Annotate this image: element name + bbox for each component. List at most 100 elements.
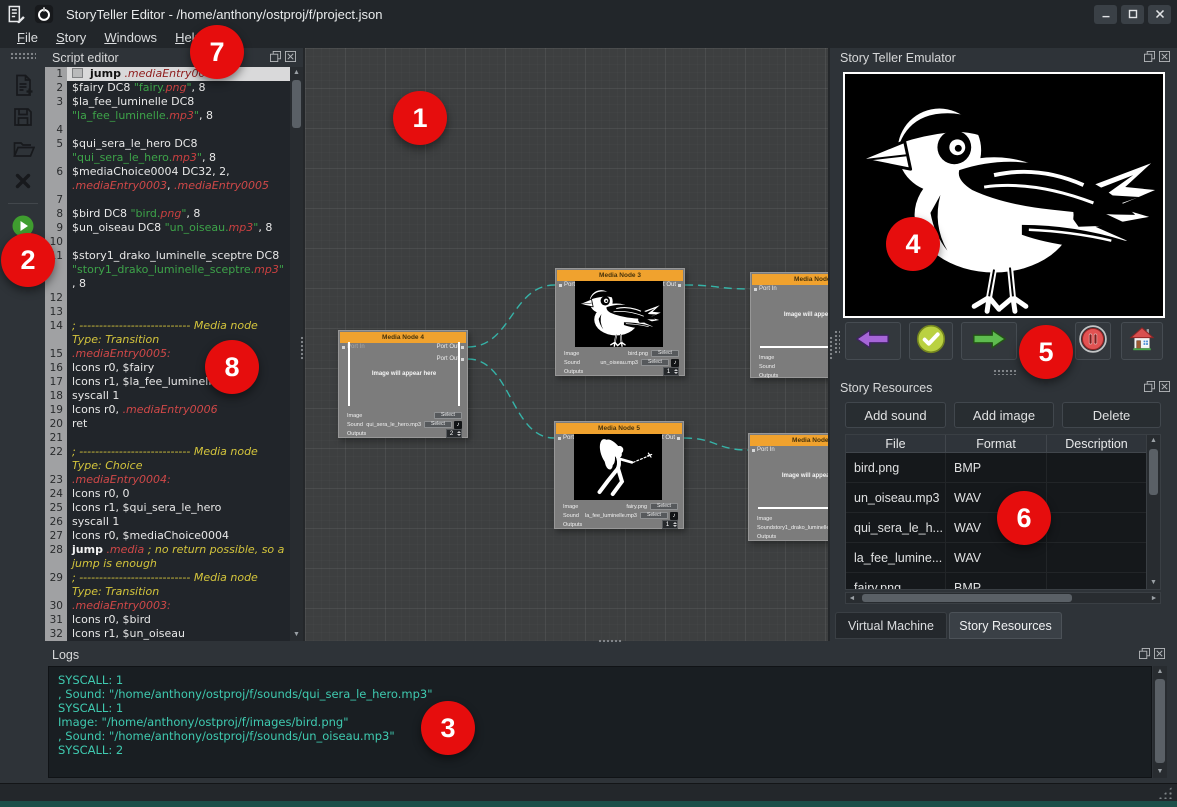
new-document-icon[interactable] <box>9 71 37 99</box>
node-connection-wire <box>685 285 750 289</box>
logs-scrollbar[interactable]: ▲ ▼ <box>1153 666 1167 778</box>
emulator-toolbar-handle[interactable] <box>834 330 840 354</box>
table-horizontal-scrollbar[interactable]: ◄ ► <box>845 592 1161 604</box>
scroll-up-arrow[interactable]: ▲ <box>1147 435 1160 447</box>
select-image-button[interactable]: Select <box>651 350 679 357</box>
float-panel-icon[interactable] <box>1144 381 1155 395</box>
select-sound-button[interactable]: Select <box>641 359 669 366</box>
float-panel-icon[interactable] <box>1139 648 1150 662</box>
line-number: 31 <box>45 613 67 627</box>
speaker-icon[interactable]: ♪ <box>454 421 462 429</box>
scroll-down-arrow[interactable]: ▼ <box>1153 766 1167 778</box>
line-number: 21 <box>45 431 67 445</box>
scroll-thumb[interactable] <box>292 80 301 128</box>
image-placeholder: Image will appear here <box>348 342 460 406</box>
media-node[interactable]: Media Node 6Port InPort OutImage will ap… <box>748 433 830 541</box>
select-image-button[interactable]: Select <box>650 503 678 510</box>
arrow-left-icon <box>853 326 893 357</box>
bottom-splitter-handle[interactable] <box>598 639 622 644</box>
column-header-description[interactable]: Description <box>1047 435 1147 453</box>
table-row[interactable]: fairy.pngBMP <box>846 573 1160 590</box>
maximize-button[interactable] <box>1121 5 1144 24</box>
previous-button[interactable] <box>845 322 901 360</box>
spinner-up-icon[interactable] <box>457 431 461 433</box>
sound-field: Soundla_fee_luminelle.mp3Select♪ <box>563 511 678 520</box>
scroll-up-arrow[interactable]: ▲ <box>1153 666 1167 678</box>
code-line: 22; ---------------------------- Media n… <box>45 445 290 473</box>
float-panel-icon[interactable] <box>1144 51 1155 65</box>
delete-button[interactable]: Delete <box>1062 402 1161 428</box>
script-editor-panel: Script editor 1jump .mediaEntry00042$fai… <box>45 48 303 641</box>
code-line: 6$mediaChoice0004 DC32, 2, .mediaEntry00… <box>45 165 290 193</box>
scroll-thumb[interactable] <box>1149 449 1158 495</box>
spinner-down-icon[interactable] <box>673 525 677 527</box>
speaker-icon[interactable]: ♪ <box>671 359 679 367</box>
scroll-thumb[interactable] <box>862 594 1072 602</box>
close-button[interactable] <box>1148 5 1171 24</box>
code-line: 18syscall 1 <box>45 389 290 403</box>
close-panel-icon[interactable] <box>285 51 296 65</box>
toolbar-drag-handle[interactable] <box>10 52 36 59</box>
outputs-field: Outputs <box>759 371 830 380</box>
main-toolbar <box>0 48 45 783</box>
save-icon[interactable] <box>9 103 37 131</box>
spinner-down-icon[interactable] <box>674 372 678 374</box>
float-panel-icon[interactable] <box>270 51 281 65</box>
home-button[interactable] <box>1121 322 1163 360</box>
column-header-format[interactable]: Format <box>946 435 1047 453</box>
media-node[interactable]: Media Node 5Port InPort OutImagefairy.pn… <box>554 421 684 529</box>
pause-button[interactable] <box>1075 322 1111 360</box>
menu-item-story[interactable]: Story <box>47 28 95 48</box>
select-sound-button[interactable]: Select <box>424 421 452 428</box>
toolbar-separator <box>8 203 38 204</box>
node-graph-canvas[interactable]: Media Node 4Port InPort OutPort OutImage… <box>303 48 830 641</box>
scroll-down-arrow[interactable]: ▼ <box>1147 577 1160 589</box>
line-number: 22 <box>45 445 67 473</box>
table-header-row: FileFormatDescription <box>846 435 1160 453</box>
scroll-up-arrow[interactable]: ▲ <box>290 67 303 79</box>
media-node[interactable]: Media Node 3Port InPort OutImagebird.png… <box>555 268 685 376</box>
media-node[interactable]: Media Node 2Port InPort OutImage will ap… <box>750 272 830 378</box>
speaker-icon[interactable]: ♪ <box>670 512 678 520</box>
outputs-spinner[interactable]: 1 <box>663 367 679 376</box>
scroll-right-arrow[interactable]: ► <box>1148 595 1160 602</box>
spinner-down-icon[interactable] <box>457 434 461 436</box>
tab-virtual-machine[interactable]: Virtual Machine <box>835 612 947 639</box>
tab-story-resources[interactable]: Story Resources <box>949 612 1062 639</box>
scroll-thumb[interactable] <box>1155 679 1165 763</box>
media-node[interactable]: Media Node 4Port InPort OutPort OutImage… <box>338 330 468 438</box>
close-panel-icon[interactable] <box>1154 648 1165 662</box>
add-image-button[interactable]: Add image <box>954 402 1054 428</box>
open-folder-icon[interactable] <box>9 135 37 163</box>
outputs-spinner[interactable]: 2 <box>446 429 462 438</box>
port-marker <box>461 358 464 361</box>
close-panel-icon[interactable] <box>1159 381 1170 395</box>
next-button[interactable] <box>961 322 1017 360</box>
annotation-5: 5 <box>1019 325 1073 379</box>
line-number: 8 <box>45 207 67 221</box>
line-number: 23 <box>45 473 67 487</box>
close-panel-icon[interactable] <box>1159 51 1170 65</box>
add-sound-button[interactable]: Add sound <box>845 402 946 428</box>
menu-item-file[interactable]: File <box>8 28 47 48</box>
scroll-down-arrow[interactable]: ▼ <box>290 629 303 641</box>
left-splitter-handle[interactable] <box>300 336 305 360</box>
minimize-button[interactable] <box>1094 5 1117 24</box>
emulator-splitter-handle[interactable] <box>993 369 1017 375</box>
select-sound-button[interactable]: Select <box>640 512 668 519</box>
menu-item-windows[interactable]: Windows <box>95 28 166 48</box>
line-number: 7 <box>45 193 67 207</box>
node-image-fairy <box>574 434 662 500</box>
table-row[interactable]: la_fee_lumine...WAV <box>846 543 1160 573</box>
outputs-spinner[interactable]: 1 <box>662 520 678 529</box>
select-image-button[interactable]: Select <box>434 412 462 419</box>
ok-button[interactable] <box>909 322 953 360</box>
spinner-up-icon[interactable] <box>673 522 677 524</box>
table-row[interactable]: bird.pngBMP <box>846 453 1160 483</box>
spinner-up-icon[interactable] <box>674 369 678 371</box>
table-scrollbar[interactable]: ▲ ▼ <box>1146 435 1160 589</box>
close-project-icon[interactable] <box>9 167 37 195</box>
scroll-left-arrow[interactable]: ◄ <box>846 595 858 602</box>
column-header-file[interactable]: File <box>846 435 946 453</box>
code-line: 1jump .mediaEntry0004 <box>45 67 290 81</box>
